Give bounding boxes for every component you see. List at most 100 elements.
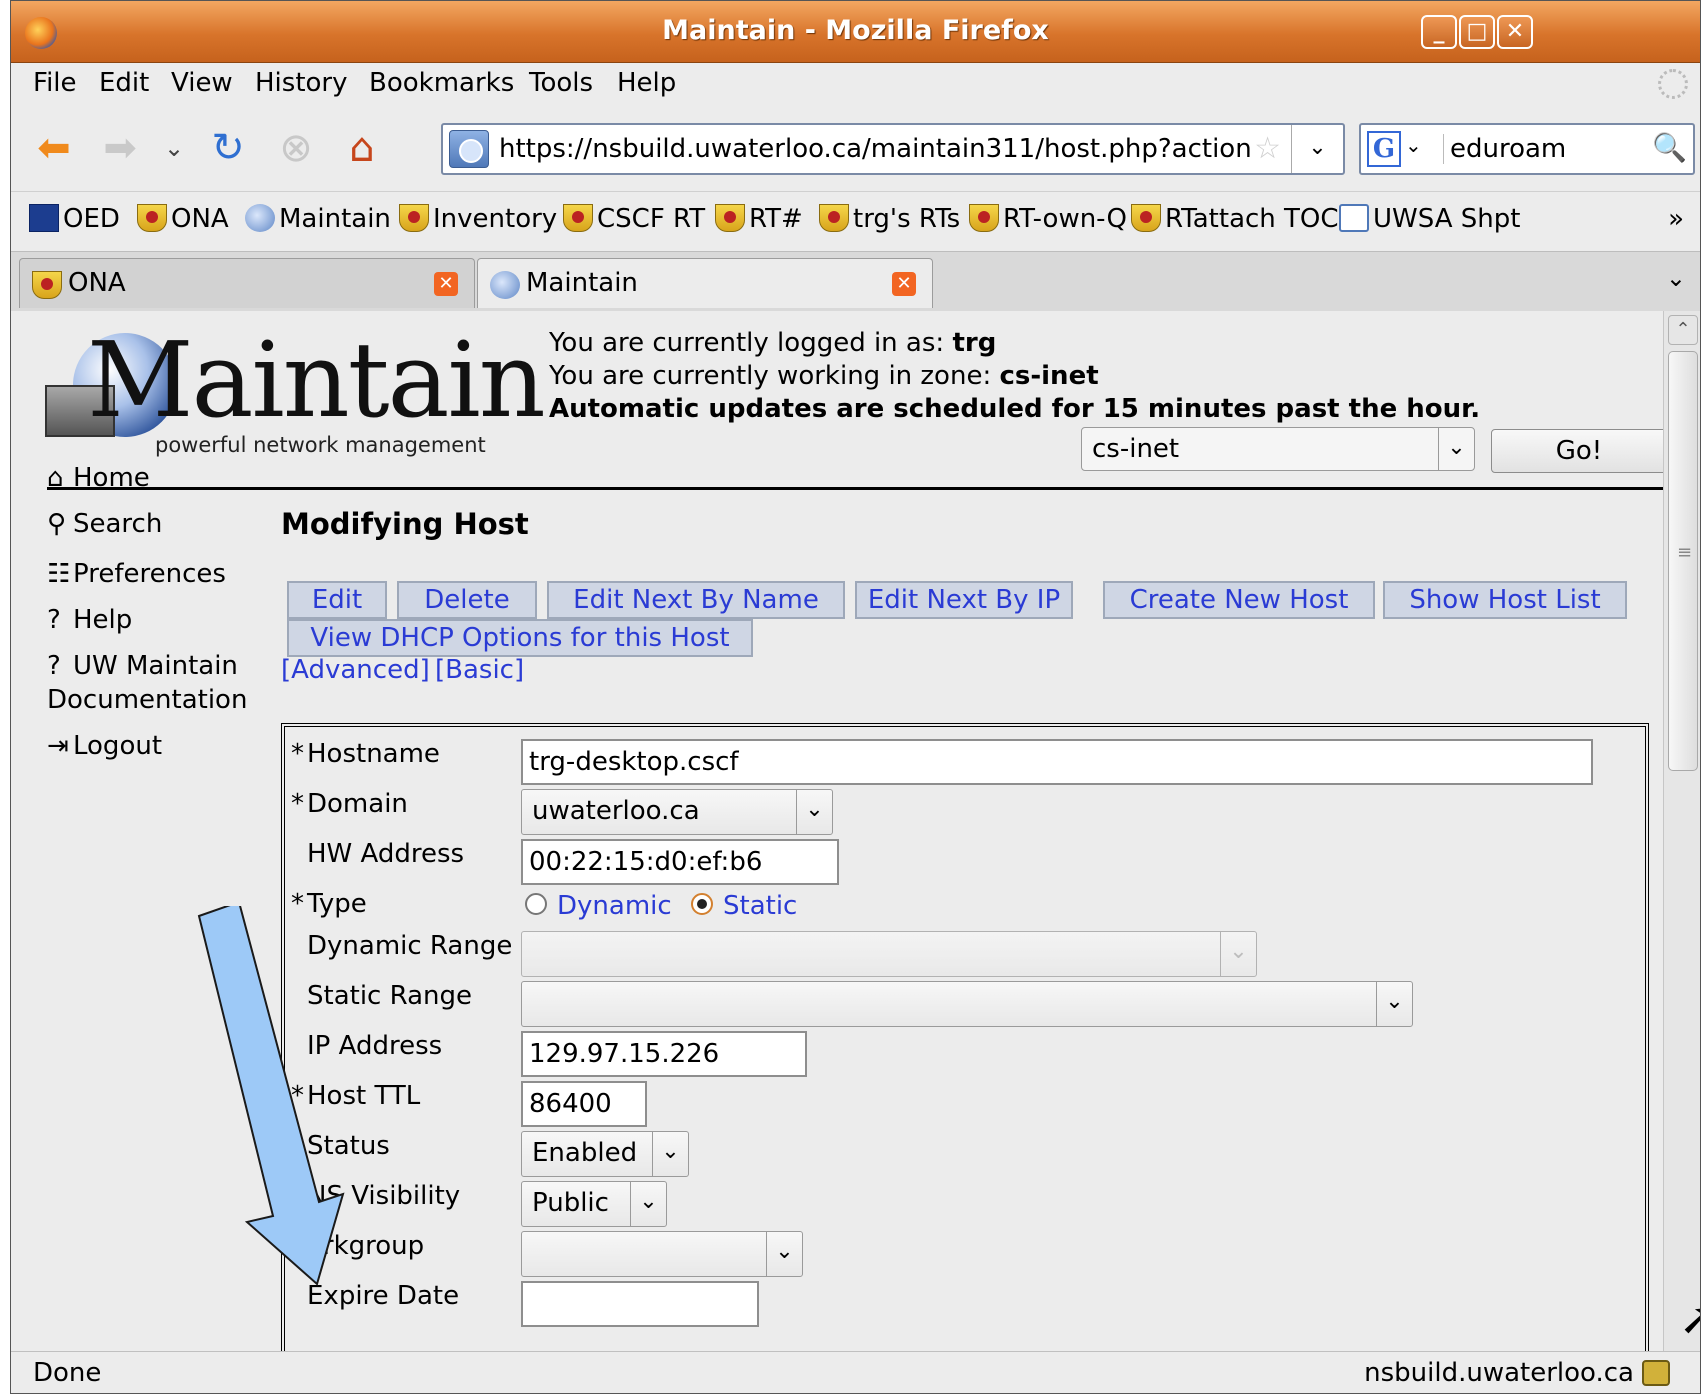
static-range-select[interactable]: ⌄ bbox=[521, 981, 1413, 1027]
advanced-view-link[interactable]: [Advanced] bbox=[281, 655, 430, 685]
search-bar[interactable]: G ⌄ eduroam 🔍 bbox=[1359, 123, 1695, 175]
crest-icon bbox=[969, 204, 999, 232]
menu-bookmarks[interactable]: Bookmarks bbox=[369, 68, 514, 98]
basic-view-link[interactable]: [Basic] bbox=[435, 655, 524, 685]
menu-file[interactable]: File bbox=[33, 68, 77, 98]
workgroup-select[interactable]: ⌄ bbox=[521, 1231, 803, 1277]
tab-ona[interactable]: ONA ✕ bbox=[19, 258, 475, 308]
create-new-host-button[interactable]: Create New Host bbox=[1103, 581, 1375, 619]
bookmark-star-icon[interactable]: ☆ bbox=[1254, 131, 1281, 166]
bookmark-uwsa-shpt[interactable]: UWSA Shpt bbox=[1339, 204, 1520, 234]
nav-uw-docs-line2[interactable]: Documentation bbox=[47, 685, 247, 715]
hostname-input[interactable]: trg-desktop.cscf bbox=[521, 739, 1593, 785]
bookmark-rtattach-toc[interactable]: RTattach TOC bbox=[1131, 204, 1339, 234]
search-magnifier-icon[interactable]: 🔍 bbox=[1652, 131, 1687, 164]
edit-next-by-ip-button[interactable]: Edit Next By IP bbox=[855, 581, 1073, 619]
nav-logout[interactable]: ⇥ Logout bbox=[47, 731, 162, 761]
menu-edit[interactable]: Edit bbox=[99, 68, 149, 98]
help-icon: ? bbox=[47, 605, 61, 635]
host-form: * Hostname trg-desktop.cscf * Domain uwa… bbox=[281, 723, 1649, 1351]
menu-history[interactable]: History bbox=[255, 68, 348, 98]
reload-icon[interactable]: ↻ bbox=[203, 123, 253, 173]
logout-icon: ⇥ bbox=[47, 731, 69, 761]
type-dynamic-label[interactable]: Dynamic bbox=[557, 891, 672, 921]
user-info: You are currently logged in as: trg You … bbox=[549, 327, 1480, 426]
bookmark-rt-own-q[interactable]: RT-own-Q bbox=[969, 204, 1127, 234]
hw-address-label: HW Address bbox=[307, 839, 465, 869]
menu-view[interactable]: View bbox=[171, 68, 233, 98]
history-dropdown-icon[interactable]: ⌄ bbox=[149, 123, 199, 173]
hw-address-input[interactable]: 00:22:15:d0:ef:b6 bbox=[521, 839, 839, 885]
expire-date-input[interactable] bbox=[521, 1281, 759, 1327]
home-icon[interactable]: ⌂ bbox=[337, 123, 387, 173]
close-window-button[interactable]: ✕ bbox=[1497, 15, 1533, 49]
edit-next-by-name-button[interactable]: Edit Next By Name bbox=[547, 581, 845, 619]
show-host-list-button[interactable]: Show Host List bbox=[1383, 581, 1627, 619]
edit-button[interactable]: Edit bbox=[287, 581, 387, 619]
tab-maintain[interactable]: Maintain ✕ bbox=[477, 258, 933, 308]
bookmark-ona[interactable]: ONA bbox=[137, 204, 229, 234]
status-select[interactable]: Enabled ⌄ bbox=[521, 1131, 689, 1177]
site-identity-icon[interactable] bbox=[449, 130, 489, 168]
globe-icon bbox=[490, 271, 520, 299]
url-dropdown-icon[interactable]: ⌄ bbox=[1291, 125, 1343, 173]
dynamic-range-select[interactable]: ⌄ bbox=[521, 931, 1257, 977]
bookmark-oed[interactable]: OED bbox=[29, 204, 120, 234]
scroll-thumb[interactable] bbox=[1668, 351, 1698, 771]
chevron-down-icon: ⌄ bbox=[630, 1182, 666, 1226]
close-tab-icon[interactable]: ✕ bbox=[434, 272, 458, 296]
list-all-tabs-icon[interactable]: ⌄ bbox=[1666, 264, 1686, 292]
annotation-arrow bbox=[197, 906, 345, 1286]
auto-updates-notice: Automatic updates are scheduled for 15 m… bbox=[549, 394, 1481, 424]
bookmark-rt-number[interactable]: RT# bbox=[715, 204, 803, 234]
bookmark-cscf-rt[interactable]: CSCF RT bbox=[563, 204, 705, 234]
bookmarks-chevron-icon[interactable]: » bbox=[1668, 204, 1684, 234]
type-dynamic-radio[interactable] bbox=[525, 893, 547, 915]
ip-address-input[interactable]: 129.97.15.226 bbox=[521, 1031, 807, 1077]
host-ttl-input[interactable]: 86400 bbox=[521, 1081, 647, 1127]
nav-uw-docs[interactable]: ? UW Maintain bbox=[47, 651, 238, 681]
zone-select[interactable]: cs-inet ⌄ bbox=[1081, 427, 1475, 471]
scroll-up-icon[interactable]: ⌃ bbox=[1668, 315, 1698, 345]
lock-icon[interactable] bbox=[1642, 1360, 1670, 1386]
google-engine-icon[interactable]: G bbox=[1367, 131, 1401, 167]
stop-icon[interactable]: ⊗ bbox=[271, 123, 321, 173]
domain-select[interactable]: uwaterloo.ca ⌄ bbox=[521, 789, 833, 835]
globe-icon bbox=[245, 204, 275, 232]
forward-arrow-icon[interactable]: ➡ bbox=[95, 123, 145, 173]
logged-in-line: You are currently logged in as: trg bbox=[549, 328, 997, 358]
oed-icon bbox=[29, 204, 59, 232]
nav-help[interactable]: ? Help bbox=[47, 605, 132, 635]
close-tab-icon[interactable]: ✕ bbox=[892, 272, 916, 296]
hostname-label: Hostname bbox=[307, 739, 440, 769]
chevron-down-icon: ⌄ bbox=[1438, 428, 1474, 470]
tab-label: Maintain bbox=[526, 268, 638, 298]
menu-tools[interactable]: Tools bbox=[529, 68, 593, 98]
view-dhcp-options-button[interactable]: View DHCP Options for this Host bbox=[287, 619, 753, 657]
menu-help[interactable]: Help bbox=[617, 68, 676, 98]
vertical-scrollbar[interactable]: ⌃ bbox=[1663, 311, 1700, 1351]
throbber-icon bbox=[1658, 69, 1688, 99]
crest-icon bbox=[1131, 204, 1161, 232]
bookmark-inventory[interactable]: Inventory bbox=[399, 204, 557, 234]
nav-preferences[interactable]: ☷ Preferences bbox=[47, 559, 226, 589]
type-static-label[interactable]: Static bbox=[723, 891, 797, 921]
crest-icon bbox=[399, 204, 429, 232]
crest-icon bbox=[715, 204, 745, 232]
address-bar[interactable]: https://nsbuild.uwaterloo.ca/maintain311… bbox=[441, 123, 1345, 175]
go-button[interactable]: Go! bbox=[1491, 429, 1663, 473]
tab-strip: ONA ✕ Maintain ✕ ⌄ bbox=[11, 251, 1700, 311]
engine-dropdown-icon[interactable]: ⌄ bbox=[1405, 133, 1422, 157]
dns-visibility-select[interactable]: Public ⌄ bbox=[521, 1181, 667, 1227]
back-arrow-icon[interactable]: ⬅ bbox=[29, 123, 79, 173]
username: trg bbox=[952, 328, 997, 358]
crest-icon bbox=[137, 204, 167, 232]
nav-search[interactable]: ⚲ Search bbox=[47, 509, 162, 539]
nav-home[interactable]: ⌂ Home bbox=[47, 463, 150, 493]
maximize-button[interactable]: □ bbox=[1459, 15, 1495, 49]
type-static-radio[interactable] bbox=[691, 893, 713, 915]
bookmark-trgs-rts[interactable]: trg's RTs bbox=[819, 204, 960, 234]
bookmark-maintain[interactable]: Maintain bbox=[245, 204, 391, 234]
minimize-button[interactable]: _ bbox=[1421, 15, 1457, 49]
delete-button[interactable]: Delete bbox=[397, 581, 537, 619]
